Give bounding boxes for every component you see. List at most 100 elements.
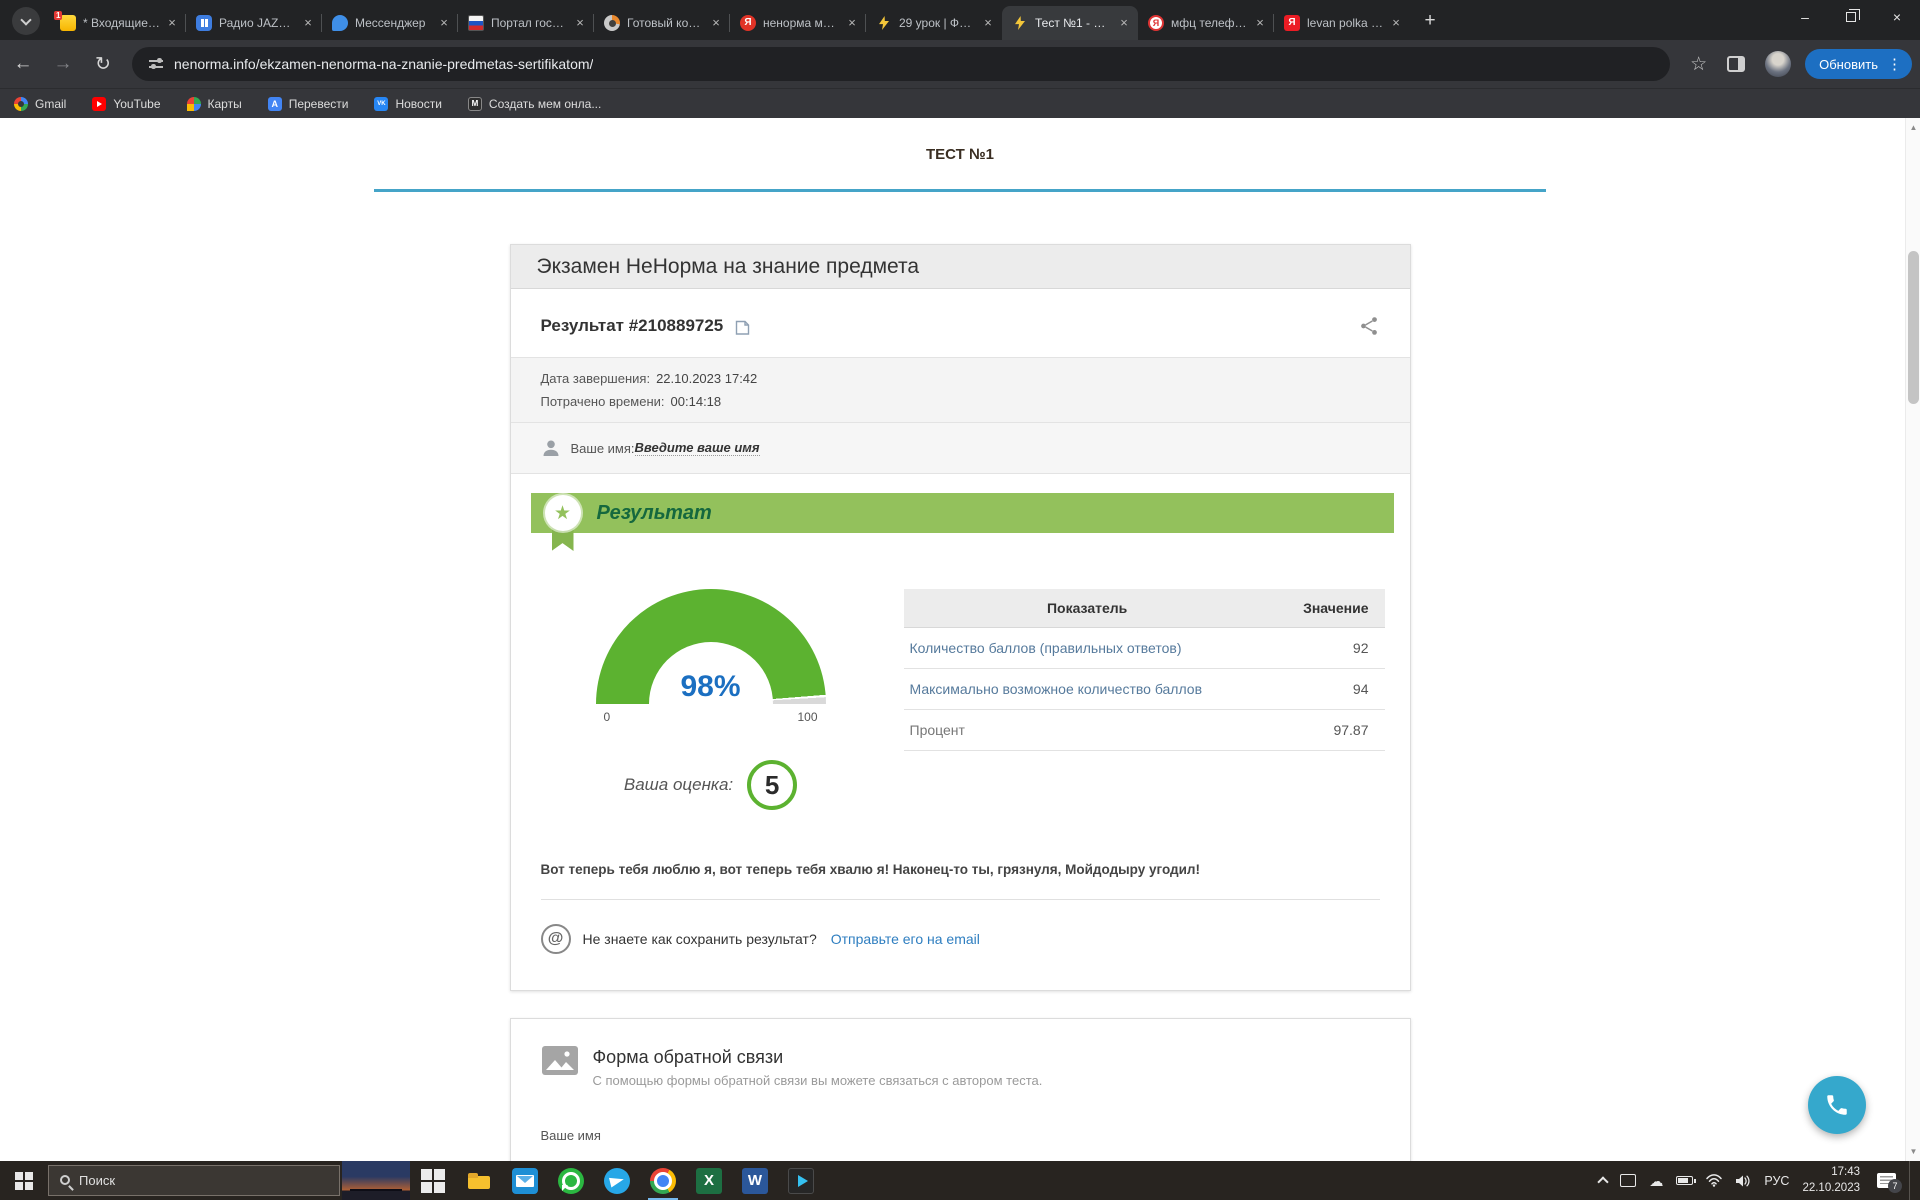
side-panel-icon[interactable] (1727, 56, 1745, 72)
browser-tab[interactable]: Ямфц телефон — × (1138, 6, 1274, 40)
browser-tab[interactable]: 29 урок | Форум× (866, 6, 1002, 40)
bookmark-label: Перевести (289, 97, 349, 111)
content-ring-favicon (604, 15, 620, 31)
tray-expand-icon[interactable] (1598, 1176, 1609, 1187)
tab-close-icon[interactable]: × (436, 15, 452, 31)
tab-title: levan polka — Ян (1307, 16, 1384, 30)
tablet-mode-icon[interactable] (1620, 1174, 1636, 1187)
back-button[interactable]: ← (6, 47, 40, 81)
browser-tab[interactable]: Тест №1 - Метод × (1002, 6, 1138, 40)
translate-icon: A (268, 97, 282, 111)
tab-close-icon[interactable]: × (164, 15, 180, 31)
windows-logo-icon (15, 1172, 33, 1190)
send-email-link[interactable]: Отправьте его на email (831, 931, 980, 947)
bookmark-star-icon[interactable]: ☆ (1690, 53, 1707, 76)
clock-date: 22.10.2023 (1802, 1181, 1860, 1197)
grade-value-circle: 5 (747, 760, 797, 810)
tab-close-icon[interactable]: × (844, 15, 860, 31)
browser-tab[interactable]: Мессенджер× (322, 6, 458, 40)
tab-close-icon[interactable]: × (300, 15, 316, 31)
name-input-placeholder[interactable]: Введите ваше имя (635, 440, 760, 456)
bookmark-label: Gmail (35, 97, 66, 111)
window-controls: – × (1782, 0, 1920, 34)
browser-tab[interactable]: Яlevan polka — Ян× (1274, 6, 1410, 40)
windows-taskbar: Поиск XW ☁ РУС 17:43 22.10.2023 7 (0, 1161, 1920, 1200)
bookmark-gmail[interactable]: Gmail (14, 97, 66, 111)
score-gauge: 98% 0 100 Ваша оценка: 5 (591, 589, 831, 810)
table-header: Показатель (904, 589, 1271, 628)
news-widget-thumbnail[interactable] (342, 1161, 410, 1200)
audio-playing-favicon (196, 15, 212, 31)
taskbar-app-whatsapp[interactable] (548, 1161, 594, 1200)
web-page: ТЕСТ №1 Экзамен НеНорма на знание предме… (0, 118, 1920, 1161)
notifications-icon[interactable]: 7 (1877, 1173, 1896, 1188)
taskbar-app-excel[interactable]: X (686, 1161, 732, 1200)
reload-button[interactable]: ↻ (86, 47, 120, 81)
bookmark-youtube[interactable]: YouTube (92, 97, 160, 111)
bookmark-label: Карты (208, 97, 242, 111)
table-row: Количество баллов (правильных ответов)92 (904, 628, 1385, 669)
taskbar-app-file-explorer[interactable] (456, 1161, 502, 1200)
tab-search-button[interactable] (12, 7, 40, 35)
address-bar[interactable]: nenorma.info/ekzamen-nenorma-na-znanie-p… (132, 47, 1670, 81)
battery-icon[interactable] (1676, 1176, 1693, 1185)
taskbar-app-telegram[interactable] (594, 1161, 640, 1200)
bookmark-maps[interactable]: Карты (187, 97, 242, 111)
image-icon (541, 1045, 579, 1076)
tab-close-icon[interactable]: × (1388, 15, 1404, 31)
bookmark-meme[interactable]: МСоздать мем онла... (468, 97, 601, 111)
profile-avatar[interactable] (1765, 51, 1791, 77)
result-quote: Вот теперь тебя люблю я, вот теперь тебя… (511, 862, 1410, 877)
start-button[interactable] (0, 1161, 48, 1200)
lightning-icon (879, 16, 889, 30)
language-indicator[interactable]: РУС (1764, 1174, 1789, 1188)
browser-tab[interactable]: Готовый контент× (594, 6, 730, 40)
menu-dots-icon[interactable]: ⋮ (1887, 55, 1902, 73)
restore-button[interactable] (1828, 0, 1874, 34)
restore-icon (1846, 12, 1856, 22)
tab-close-icon[interactable]: × (572, 15, 588, 31)
taskbar-clock[interactable]: 17:43 22.10.2023 (1802, 1165, 1860, 1196)
update-browser-button[interactable]: Обновить ⋮ (1805, 49, 1912, 79)
taskbar-app-media[interactable] (778, 1161, 824, 1200)
call-fab-button[interactable] (1808, 1076, 1866, 1134)
tab-close-icon[interactable]: × (1252, 15, 1268, 31)
exam-result-card: Экзамен НеНорма на знание предмета Резул… (510, 244, 1411, 991)
chevron-down-icon (20, 14, 31, 25)
show-desktop-button[interactable] (1909, 1161, 1914, 1200)
forward-button[interactable]: → (46, 47, 80, 81)
whatsapp-icon (558, 1168, 584, 1194)
scroll-up-arrow[interactable]: ▲ (1906, 120, 1920, 135)
site-settings-icon[interactable] (149, 58, 163, 70)
browser-tab[interactable]: Яненорма мск — × (730, 6, 866, 40)
bookmark-translate[interactable]: A Перевести (268, 97, 349, 111)
new-tab-button[interactable]: + (1416, 7, 1444, 35)
taskbar-search-box[interactable]: Поиск (48, 1165, 340, 1196)
forum-bolt-favicon (1012, 15, 1028, 31)
vk-icon: VK (374, 97, 388, 111)
tab-close-icon[interactable]: × (708, 15, 724, 31)
share-icon[interactable] (1358, 315, 1380, 337)
taskbar-app-chrome[interactable] (640, 1161, 686, 1200)
wifi-icon[interactable] (1706, 1174, 1722, 1187)
taskbar-app-word[interactable]: W (732, 1161, 778, 1200)
scrollbar-thumb[interactable] (1908, 251, 1919, 404)
copy-icon[interactable] (735, 317, 750, 335)
bookmark-vk[interactable]: VKНовости (374, 97, 441, 111)
minimize-button[interactable]: – (1782, 0, 1828, 34)
browser-tab[interactable]: 1* Входящие — Я× (50, 6, 186, 40)
close-button[interactable]: × (1874, 0, 1920, 34)
scroll-down-arrow[interactable]: ▼ (1906, 1144, 1920, 1159)
tab-title: Тест №1 - Метод (1035, 16, 1112, 30)
volume-icon[interactable] (1735, 1174, 1751, 1188)
onedrive-cloud-icon[interactable]: ☁ (1649, 1174, 1663, 1188)
tab-close-icon[interactable]: × (980, 15, 996, 31)
gauge-percent: 98% (596, 670, 826, 704)
taskbar-app-mail[interactable] (502, 1161, 548, 1200)
taskbar-app-tiles[interactable] (410, 1161, 456, 1200)
tab-close-icon[interactable]: × (1116, 15, 1132, 31)
browser-tab[interactable]: Портал государс× (458, 6, 594, 40)
browser-tab[interactable]: Радио JAZZ - Mo× (186, 6, 322, 40)
tabs-container: 1* Входящие — Я×Радио JAZZ - Mo×Мессендж… (50, 0, 1410, 40)
score-table: ПоказательЗначениеКоличество баллов (пра… (904, 589, 1385, 751)
